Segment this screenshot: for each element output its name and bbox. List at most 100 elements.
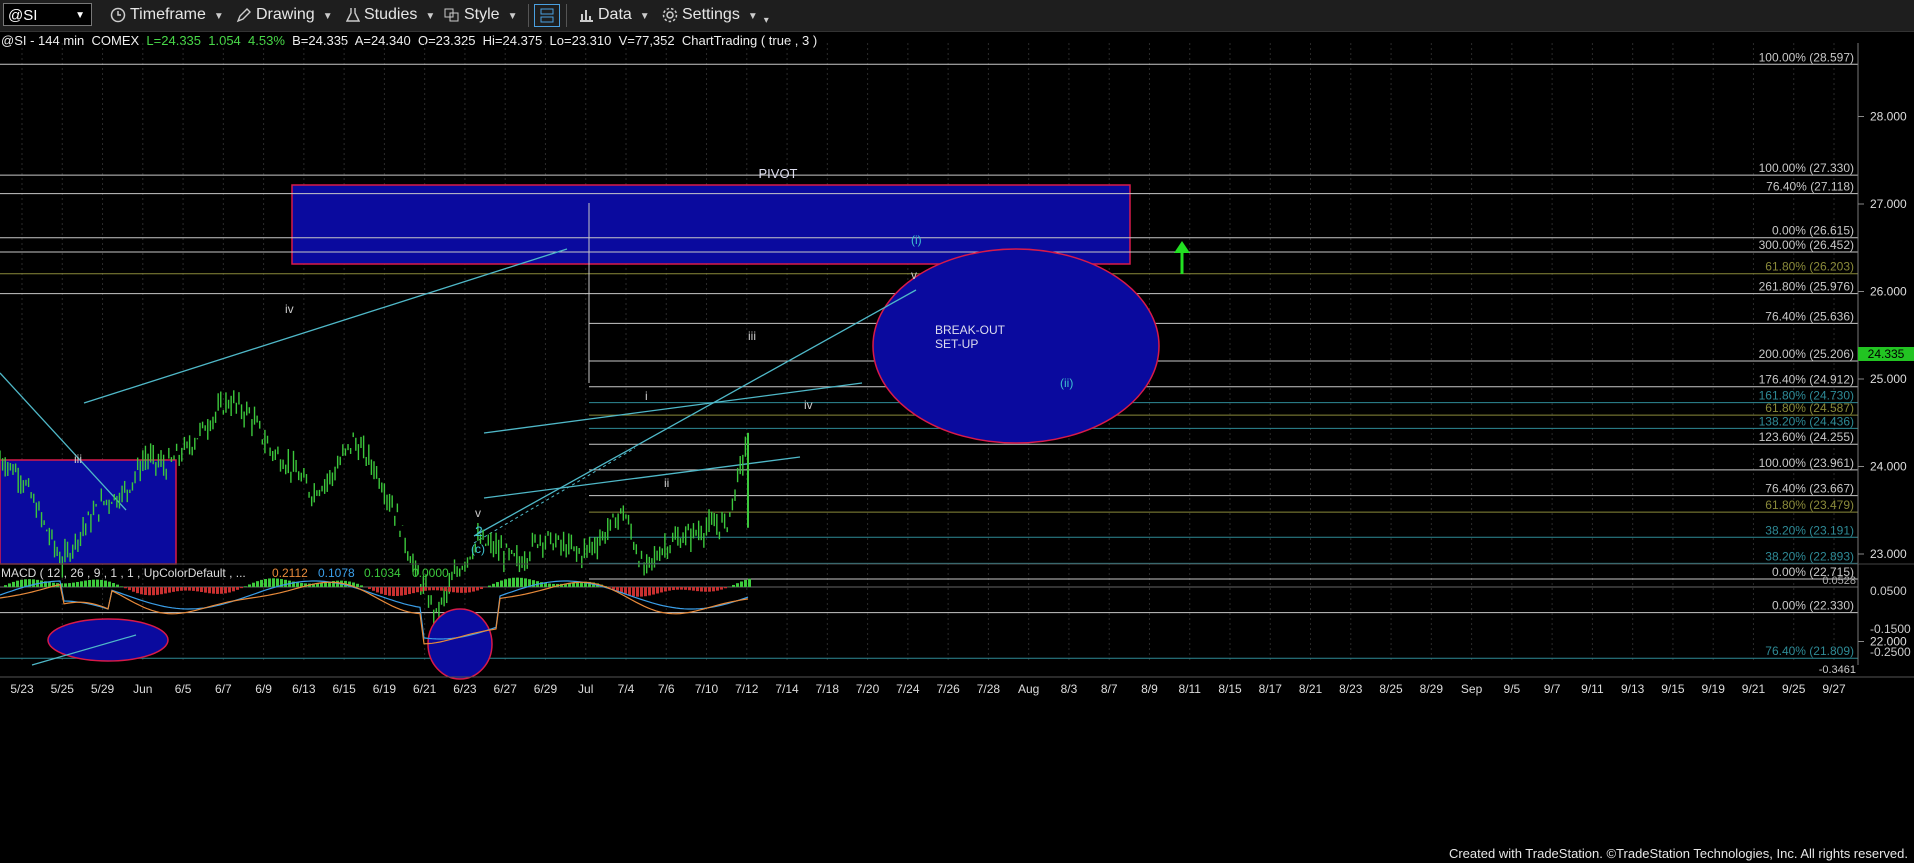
x-tick-label: 7/18: [816, 682, 840, 696]
chevron-down-icon: ▼: [507, 11, 518, 22]
macd-histogram-bar: [40, 580, 43, 587]
x-tick-label: 6/7: [215, 682, 232, 696]
macd-histogram-bar: [268, 578, 271, 587]
fib-level-label: 100.00% (27.330): [1759, 161, 1854, 175]
style-label: Style: [464, 6, 500, 23]
layout-toggle-button[interactable]: [534, 4, 560, 27]
macd-histogram-bar: [672, 587, 675, 591]
macd-histogram-bar: [212, 587, 215, 594]
fib-level-label: 76.40% (27.118): [1766, 180, 1854, 194]
fib-level-label: 176.40% (24.912): [1759, 373, 1854, 387]
macd-histogram-bar: [632, 587, 635, 597]
macd-histogram-bar: [448, 587, 451, 592]
macd-histogram-bar: [408, 587, 411, 595]
fib-level-label: 38.20% (23.191): [1765, 523, 1854, 537]
macd-value: 0.0000: [412, 566, 449, 580]
macd-title: MACD ( 12 , 26 , 9 , 1 , 1 , UpColorDefa…: [1, 566, 246, 580]
x-tick-label: 6/29: [534, 682, 558, 696]
macd-histogram-bar: [252, 582, 255, 587]
x-tick-label: 8/23: [1339, 682, 1363, 696]
fib-level-label: 61.80% (23.479): [1765, 498, 1854, 512]
macd-histogram-bar: [360, 585, 363, 587]
wave-label: iii: [74, 452, 82, 466]
macd-histogram-bar: [692, 587, 695, 591]
x-tick-label: Sep: [1461, 682, 1483, 696]
overflow-icon: ▾: [763, 15, 769, 26]
macd-histogram-bar: [732, 584, 735, 587]
x-tick-label: 6/19: [373, 682, 397, 696]
x-tick-label: 6/21: [413, 682, 437, 696]
time-axis: 5/23 5/25 5/29 Jun 6/5 6/7 6/9 6/13 6/15 6/19 6/21…: [0, 676, 1914, 696]
wave-label: v: [911, 268, 917, 282]
drawing-menu[interactable]: Drawing ▼: [236, 5, 333, 25]
macd-histogram-bar: [480, 587, 483, 590]
macd-histogram-bar: [192, 587, 195, 591]
macd-histogram-bar: [488, 585, 491, 587]
layout-icon: [540, 8, 554, 23]
timeframe-label: Timeframe: [130, 6, 206, 23]
macd-histogram-bar: [236, 587, 239, 590]
macd-tick: 0.0500: [1870, 584, 1907, 598]
macd-histogram-bar: [688, 587, 691, 591]
x-tick-label: 9/27: [1822, 682, 1846, 696]
wave-label: (ii): [1060, 376, 1073, 390]
x-tick-label: 8/3: [1061, 682, 1078, 696]
data-label: Data: [598, 6, 632, 23]
macd-histogram-bar: [640, 587, 643, 597]
x-tick-label: 9/7: [1544, 682, 1561, 696]
macd-value: 0.1078: [318, 566, 355, 580]
macd-histogram-bar: [708, 587, 711, 592]
fib-level-label: 76.40% (23.667): [1765, 482, 1854, 496]
macd-histogram-bar: [420, 587, 423, 592]
macd-histogram-bar: [72, 582, 75, 587]
macd-histogram-bar: [384, 587, 387, 595]
macd-histogram-bar: [152, 587, 155, 596]
x-tick-label: 6/15: [332, 682, 356, 696]
symbol-value: @SI: [8, 7, 38, 24]
macd-histogram-bar: [12, 581, 15, 587]
symbol-selector[interactable]: @SI ▼: [3, 3, 92, 26]
price-chart[interactable]: 100.00% (28.597) 100.00% (27.330) 76.40% (…: [0, 43, 1914, 863]
x-tick-label: 8/25: [1379, 682, 1403, 696]
macd-histogram-bar: [88, 580, 91, 587]
chevron-down-icon: ▼: [639, 11, 650, 22]
macd-histogram-bar: [680, 587, 683, 590]
macd-tick: -0.1500: [1870, 622, 1911, 636]
macd-histogram-bar: [284, 579, 287, 587]
wave-label: ii: [664, 476, 669, 490]
style-icon: [444, 8, 459, 22]
macd-histogram-bar: [176, 587, 179, 592]
macd-histogram-bar: [48, 582, 51, 587]
studies-menu[interactable]: Studies ▼: [346, 5, 435, 25]
wave-label: iii: [748, 329, 756, 343]
macd-histogram-bar: [668, 587, 671, 591]
x-tick-label: 9/13: [1621, 682, 1645, 696]
macd-histogram-bar: [76, 581, 79, 587]
macd-histogram-bar: [368, 587, 371, 589]
macd-histogram-bar: [244, 586, 247, 587]
footer-credit: Created with TradeStation. ©TradeStation…: [1448, 846, 1908, 861]
timeframe-menu[interactable]: Timeframe ▼: [110, 5, 224, 25]
style-menu[interactable]: Style ▼: [444, 5, 517, 25]
wave-label: (c): [471, 542, 485, 556]
macd-histogram-bar: [716, 587, 719, 591]
macd-histogram-bar: [188, 587, 191, 591]
data-menu[interactable]: Data ▼: [578, 5, 650, 25]
settings-menu[interactable]: Settings ▼ ▾: [662, 5, 769, 26]
macd-histogram-bar: [248, 584, 251, 587]
macd-histogram-bar: [460, 587, 463, 593]
chevron-down-icon: ▼: [747, 11, 758, 22]
macd-histogram-bar: [16, 580, 19, 587]
pivot-label: PIVOT: [758, 166, 797, 181]
macd-histogram-bar: [196, 587, 199, 592]
macd-histogram-bar: [388, 587, 391, 596]
macd-histogram-bar: [676, 587, 679, 590]
macd-histogram-bar: [700, 587, 703, 592]
macd-histogram-bar: [172, 587, 175, 592]
x-tick-label: 7/10: [695, 682, 719, 696]
macd-tick: 0.0528: [1822, 575, 1856, 587]
x-tick-label: 5/29: [91, 682, 115, 696]
macd-histogram-bar: [164, 587, 167, 594]
x-tick-label: 9/19: [1702, 682, 1726, 696]
price-tick-label: 28.000: [1870, 110, 1907, 124]
